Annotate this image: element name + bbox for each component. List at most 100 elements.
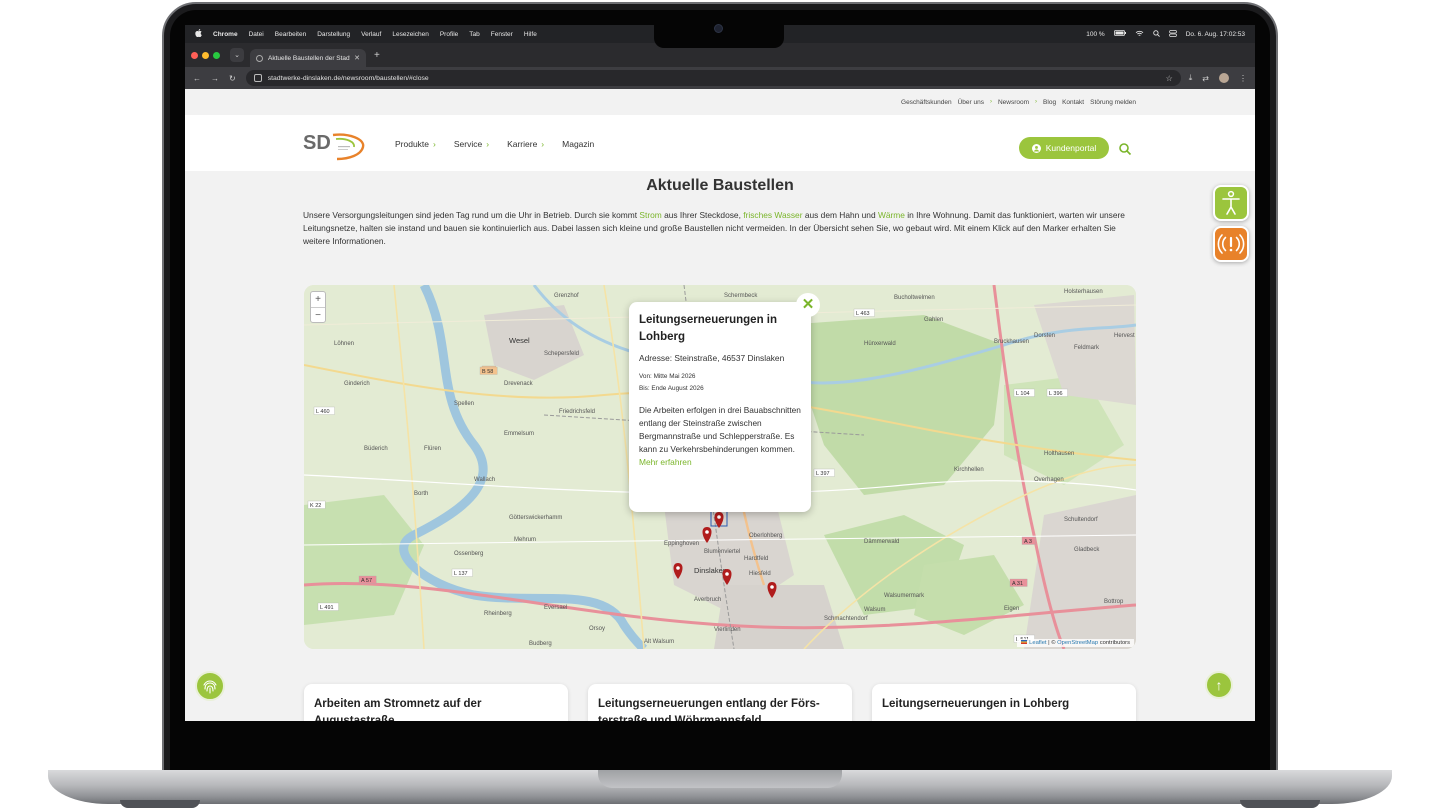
svg-text:A 57: A 57 — [361, 578, 372, 584]
nav-produkte[interactable]: Produkte › — [395, 139, 436, 149]
leaflet-link[interactable]: Leaflet — [1029, 640, 1046, 646]
map-place-label: Gladbeck — [1074, 547, 1100, 553]
accessibility-button[interactable] — [1213, 185, 1249, 221]
intro-part-2: aus Ihrer Steckdose, — [661, 210, 744, 220]
map-place-label: Borth — [414, 491, 428, 497]
menu-hilfe[interactable]: Hilfe — [524, 31, 537, 38]
screen: Chrome Datei Bearbeiten Darstellung Verl… — [185, 25, 1255, 721]
construction-map[interactable]: WeselVoerdeDinslakenHünxeDorstenGladbeck… — [304, 285, 1136, 649]
cookie-settings-button[interactable] — [195, 671, 225, 701]
battery-icon[interactable] — [1113, 30, 1126, 38]
road-number-label: L 460 — [313, 406, 335, 415]
osm-link[interactable]: OpenStreetMap — [1057, 640, 1098, 646]
topnav-geschaeftskunden[interactable]: Geschäftskunden — [901, 99, 952, 106]
kundenportal-button[interactable]: Kundenportal — [1019, 137, 1109, 159]
road-number-label: L 491 — [317, 602, 339, 611]
map-place-label: Hiesfeld — [749, 571, 771, 577]
menu-bearbeiten[interactable]: Bearbeiten — [275, 31, 306, 38]
reload-icon[interactable]: ↻ — [229, 74, 236, 83]
menu-lesezeichen[interactable]: Lesezeichen — [392, 31, 429, 38]
map-place-label: Walsum — [864, 607, 885, 613]
menu-profile[interactable]: Profile — [440, 31, 458, 38]
bookmark-star-icon[interactable]: ☆ — [1166, 74, 1173, 83]
topnav-blog[interactable]: Blog — [1043, 99, 1056, 106]
close-tab-icon[interactable]: ✕ — [354, 54, 360, 62]
map-place-label: Löhnen — [334, 341, 354, 347]
download-icon[interactable]: ⤓ — [1189, 73, 1193, 83]
topnav-newsroom[interactable]: Newsroom — [998, 99, 1029, 106]
construction-card-1[interactable]: Arbeiten am Stromnetz auf der Augustastr… — [304, 684, 568, 721]
control-center-icon[interactable] — [1168, 29, 1177, 39]
scroll-to-top-button[interactable]: ↑ — [1205, 671, 1233, 699]
browser-tab-active[interactable]: Aktuelle Baustellen der Stadt ✕ — [250, 49, 366, 67]
road-number-label: B 58 — [479, 366, 498, 375]
map-place-label: Emmelsum — [504, 431, 534, 437]
nav-magazin[interactable]: Magazin — [562, 139, 594, 149]
menu-fenster[interactable]: Fenster — [491, 31, 513, 38]
back-arrow-icon[interactable]: ← — [193, 74, 201, 83]
menu-darstellung[interactable]: Darstellung — [317, 31, 350, 38]
svg-text:L 104: L 104 — [1016, 391, 1030, 397]
menu-verlauf[interactable]: Verlauf — [361, 31, 381, 38]
map-place-label: Drevenack — [504, 381, 534, 387]
map-place-label: Ossenberg — [454, 551, 483, 557]
tab-search-button[interactable]: ⌄ — [230, 48, 244, 62]
topnav-kontakt[interactable]: Kontakt — [1062, 99, 1084, 106]
popup-close-button[interactable]: ✕ — [796, 293, 820, 317]
outage-alert-button[interactable] — [1213, 226, 1249, 262]
close-icon: ✕ — [801, 296, 815, 313]
maximize-window-button[interactable] — [213, 51, 220, 59]
link-strom[interactable]: Strom — [639, 210, 661, 220]
attribution-separator: | © — [1046, 640, 1058, 646]
menu-app-name[interactable]: Chrome — [213, 31, 238, 38]
profile-avatar[interactable] — [1219, 73, 1229, 83]
road-number-label: L 463 — [853, 308, 875, 317]
map-place-label: Bruckhausen — [994, 339, 1029, 345]
popup-more-link[interactable]: Mehr erfahren — [639, 457, 801, 467]
wifi-icon[interactable] — [1135, 30, 1144, 39]
page-title: Aktuelle Baustellen — [646, 177, 794, 194]
map-place-label: Dämmerwald — [864, 539, 899, 545]
translate-icon[interactable]: ⇄ — [1202, 74, 1209, 83]
menu-datei[interactable]: Datei — [249, 31, 264, 38]
zoom-in-button[interactable]: + — [311, 292, 325, 308]
link-frisches-wasser[interactable]: frisches Wasser — [743, 210, 802, 220]
sd-logo[interactable]: SD — [303, 129, 367, 163]
zoom-out-button[interactable]: − — [311, 308, 325, 323]
search-icon[interactable] — [1118, 142, 1132, 156]
map-place-label: Blumenviertel — [704, 549, 740, 555]
close-window-button[interactable] — [191, 51, 198, 59]
address-bar[interactable]: stadtwerke-dinslaken.de/newsroom/baustel… — [245, 70, 1181, 86]
new-tab-button[interactable]: + — [374, 50, 380, 61]
main-navigation: SD Produkte › Service › Karriere › Magazin … — [185, 115, 1255, 171]
construction-card-2[interactable]: Leitungserneuerungen entlang der Förs-te… — [588, 684, 852, 721]
road-number-label: L 396 — [1046, 388, 1068, 397]
construction-card-3[interactable]: Leitungserneuerungen in Lohberg — [872, 684, 1136, 721]
map-place-label: Eversael — [544, 605, 567, 611]
menu-tab[interactable]: Tab — [469, 31, 479, 38]
topnav-ueber-uns[interactable]: Über uns — [958, 99, 984, 106]
map-place-label: Eigen — [1004, 606, 1019, 612]
map-place-label: Hardtfeld — [744, 556, 768, 562]
meta-navigation: Geschäftskunden Über uns › Newsroom › Blog… — [185, 89, 1255, 115]
menubar-clock[interactable]: Do. 6. Aug. 17:02:53 — [1186, 31, 1245, 38]
svg-text:L 491: L 491 — [320, 605, 334, 611]
map-place-label: Dorsten — [1034, 333, 1055, 339]
forward-arrow-icon[interactable]: → — [211, 74, 219, 83]
apple-icon[interactable] — [195, 29, 203, 39]
popup-title: Leitungserneuerungen in Lohberg — [639, 314, 778, 343]
tab-title: Aktuelle Baustellen der Stadt — [268, 54, 351, 62]
nav-service[interactable]: Service › — [454, 139, 489, 149]
site-info-icon[interactable] — [253, 74, 262, 82]
link-waerme[interactable]: Wärme — [878, 210, 905, 220]
url-text[interactable]: stadtwerke-dinslaken.de/newsroom/baustel… — [268, 75, 429, 82]
search-spotlight-icon[interactable] — [1152, 29, 1160, 39]
camera-icon — [714, 24, 723, 33]
nav-karriere[interactable]: Karriere › — [507, 139, 544, 149]
minimize-window-button[interactable] — [202, 51, 209, 59]
topnav-stoerung-melden[interactable]: Störung melden — [1090, 99, 1136, 106]
chevron-right-icon: › — [541, 139, 545, 149]
intro-text: Unsere Versorgungsleitungen sind jeden T… — [303, 209, 1137, 249]
more-menu-icon[interactable]: ⋮ — [1239, 74, 1247, 83]
svg-text:L 397: L 397 — [816, 471, 830, 477]
